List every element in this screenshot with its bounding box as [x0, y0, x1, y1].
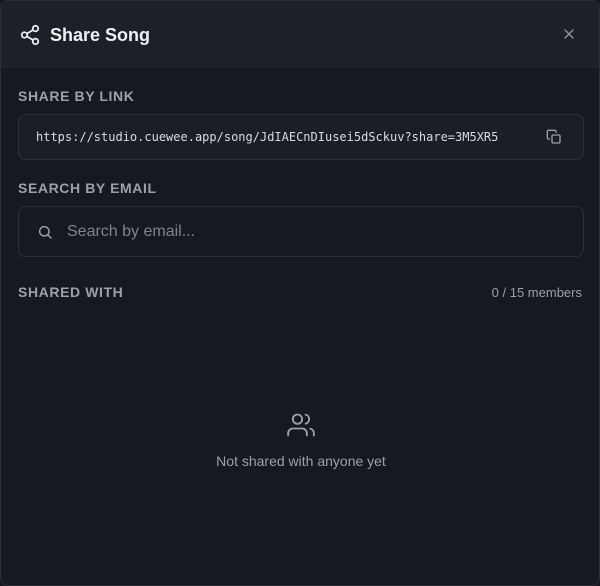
share-link-field[interactable]: https://studio.cuewee.app/song/JdIAECnDI… [18, 114, 584, 160]
share-link-url[interactable]: https://studio.cuewee.app/song/JdIAECnDI… [36, 129, 498, 145]
member-count: 0 / 15 members [491, 285, 582, 300]
search-icon [38, 225, 52, 239]
close-icon[interactable] [561, 26, 577, 42]
empty-state-message: Not shared with anyone yet [216, 453, 386, 469]
shared-with-label: SHARED WITH [18, 284, 124, 300]
dialog-header: Share Song [1, 1, 599, 68]
search-by-email-label: SEARCH BY EMAIL [18, 180, 157, 196]
email-search-field[interactable] [18, 206, 584, 257]
share-by-link-label: SHARE BY LINK [18, 88, 135, 104]
share-song-dialog: Share Song SHARE BY LINK https://studio.… [0, 0, 600, 586]
email-search-input[interactable] [67, 207, 567, 256]
users-icon [287, 413, 315, 437]
copy-icon[interactable] [546, 129, 562, 145]
share-icon [20, 24, 40, 46]
dialog-title: Share Song [50, 25, 151, 45]
